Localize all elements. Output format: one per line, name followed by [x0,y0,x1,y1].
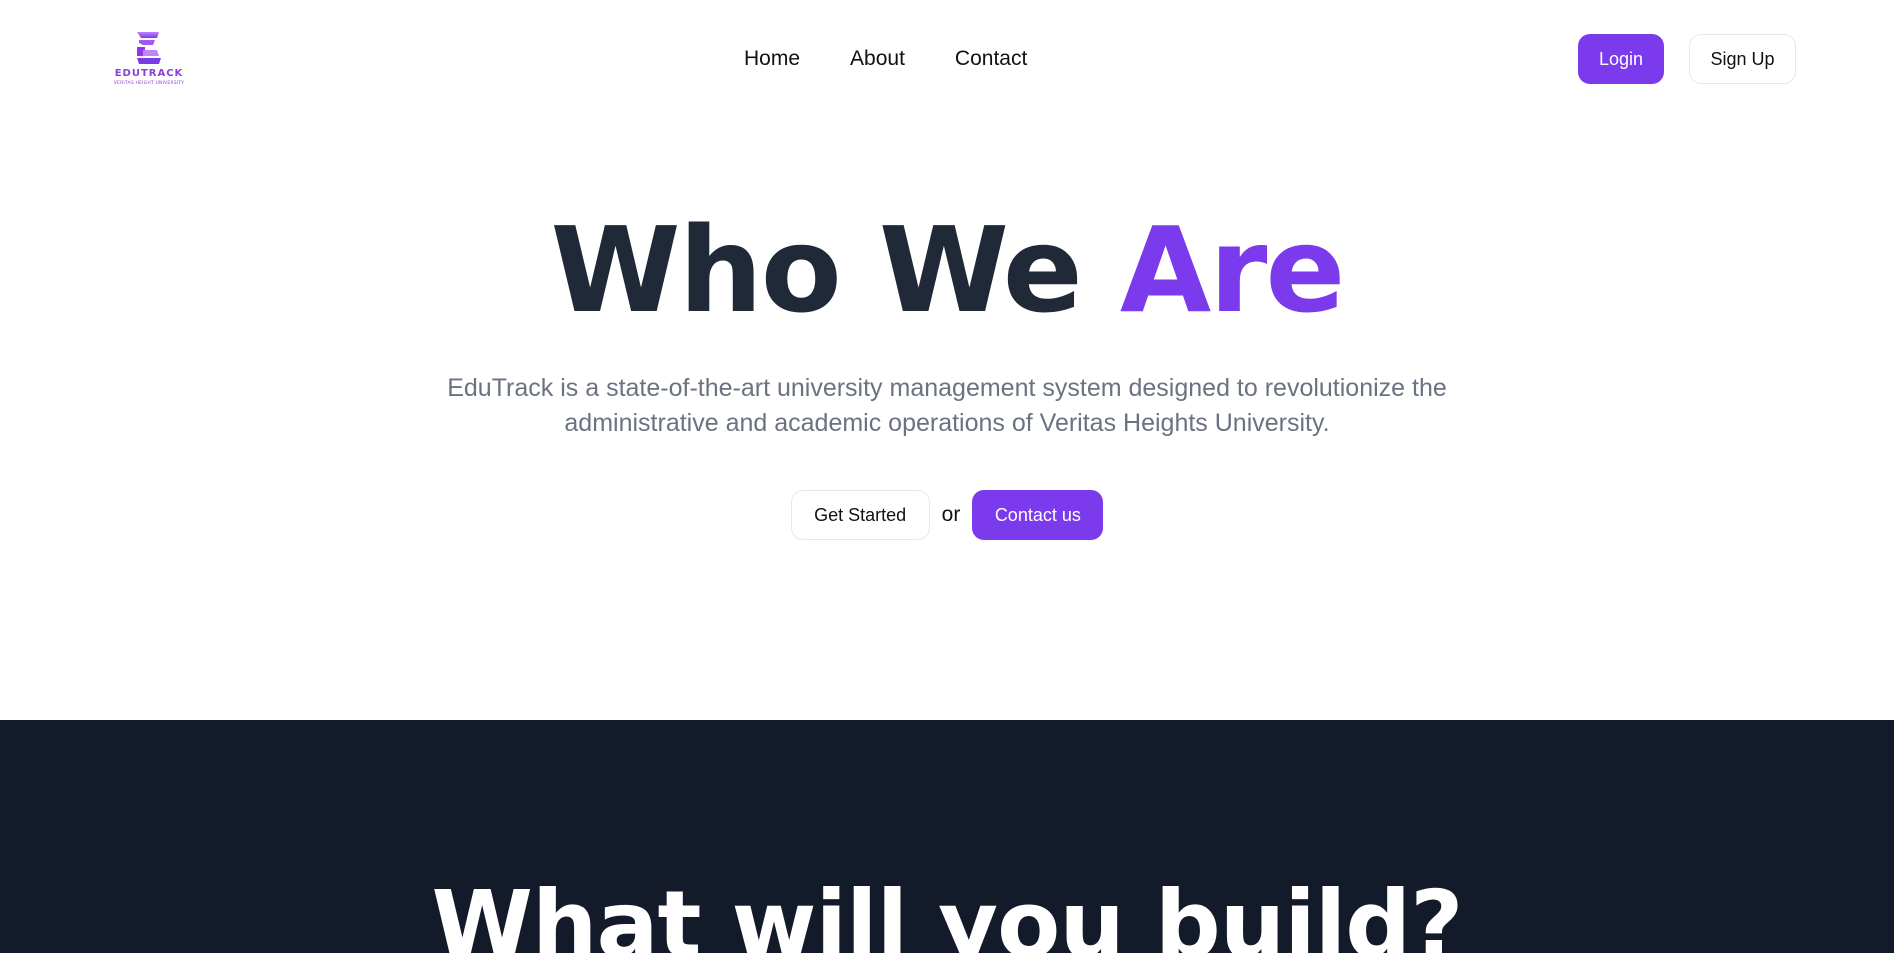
hero-title-main: Who We [550,201,1120,339]
build-section-title: What will you build? [431,871,1463,953]
hero-title-accent: Are [1119,201,1346,339]
site-header: EDUTRACK VERITAS HEIGHT UNIVERSITY Home … [0,0,1894,118]
brand-name: EDUTRACK [114,68,184,79]
signup-button[interactable]: Sign Up [1689,34,1796,84]
build-section: What will you build? [0,720,1894,953]
hero-description: EduTrack is a state-of-the-art universit… [447,374,1447,437]
contact-us-button[interactable]: Contact us [972,490,1104,540]
nav-about-link[interactable]: About [850,46,905,72]
nav-contact-link[interactable]: Contact [955,46,1027,72]
hero-cta-row: Get Started or Contact us [0,490,1894,540]
main-nav: Home About Contact [744,46,1027,72]
brand-subtitle: VERITAS HEIGHT UNIVERSITY [113,81,185,86]
get-started-button[interactable]: Get Started [790,490,930,540]
page: EDUTRACK VERITAS HEIGHT UNIVERSITY Home … [0,0,1894,953]
or-separator: or [941,503,961,526]
login-button[interactable]: Login [1578,34,1664,84]
brand-logo[interactable]: EDUTRACK VERITAS HEIGHT UNIVERSITY [114,30,184,90]
edutrack-e-logo-icon [137,32,161,64]
hero-title: Who We Are [0,200,1894,340]
nav-home-link[interactable]: Home [744,46,800,72]
